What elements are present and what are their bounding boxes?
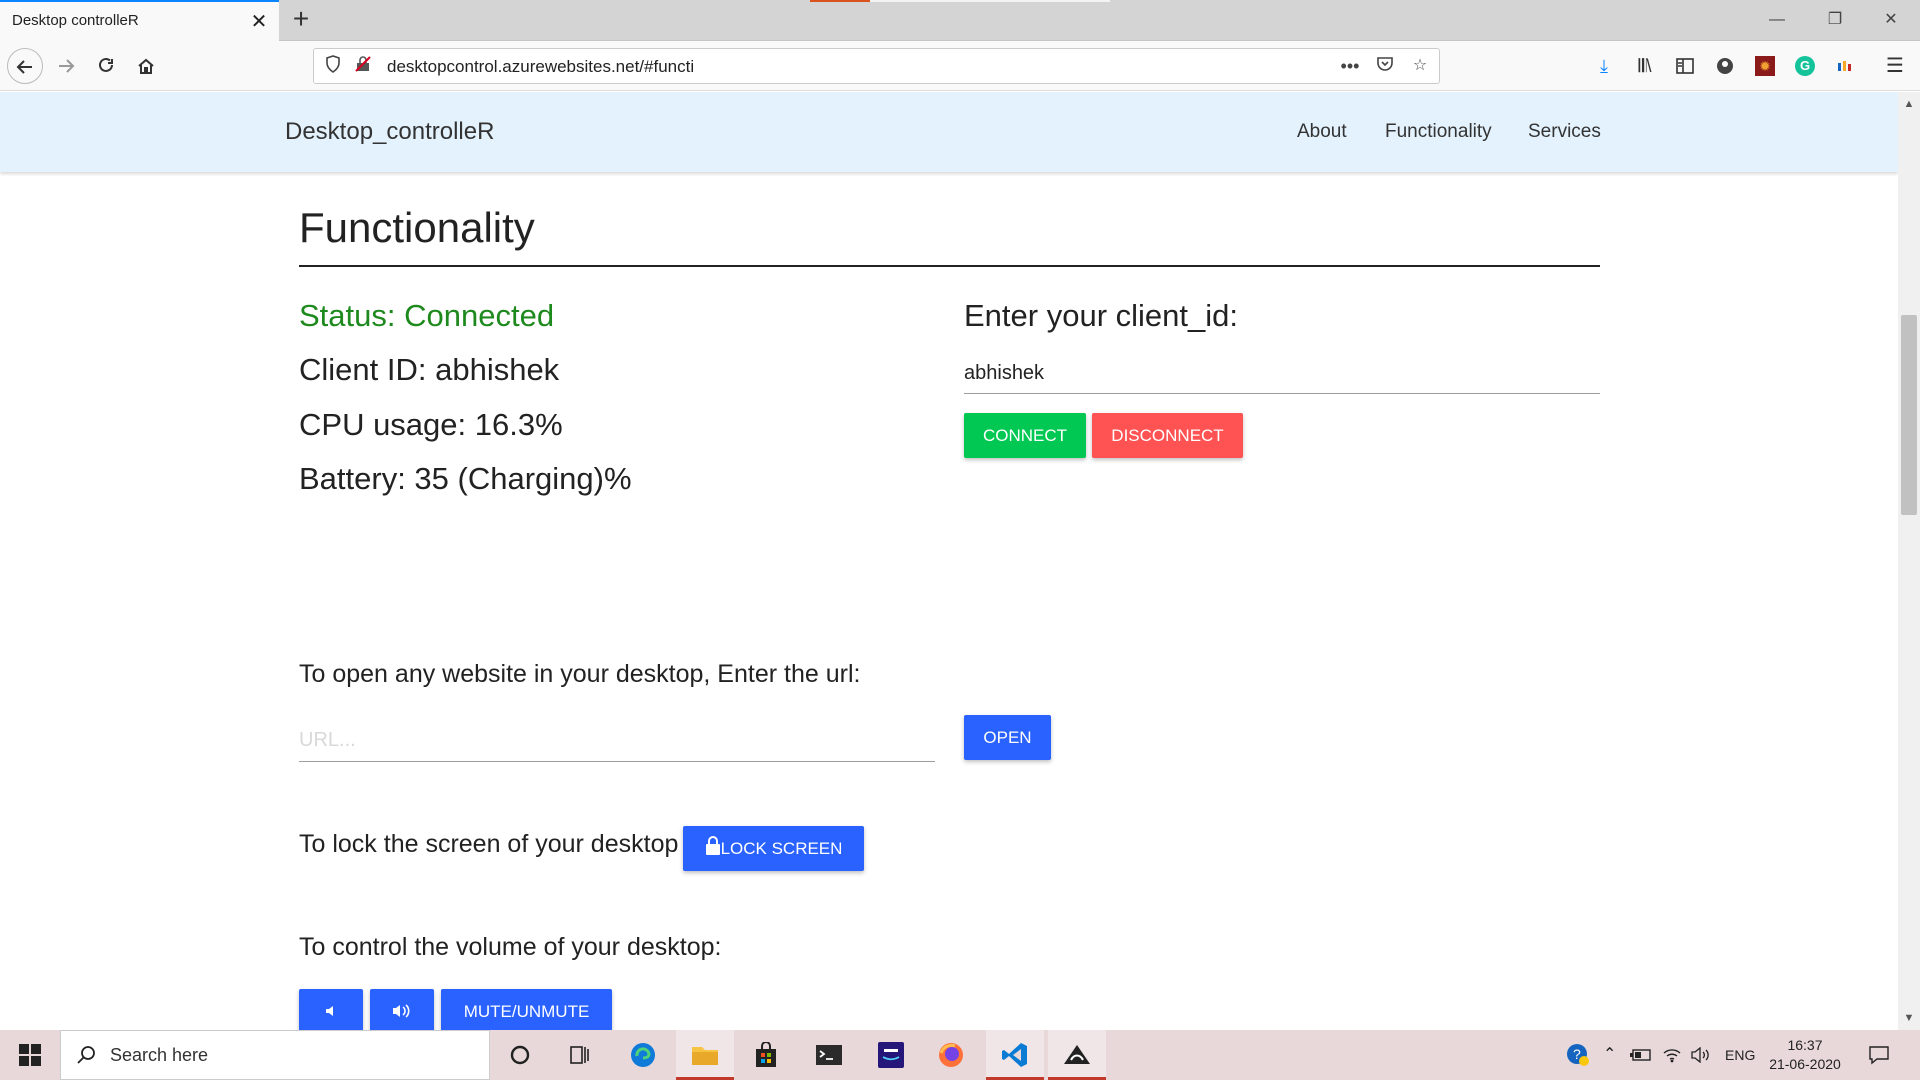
site-header: Desktop_controlleR About Functionality S… bbox=[0, 92, 1898, 172]
vscode-icon[interactable] bbox=[986, 1030, 1044, 1080]
pocket-icon[interactable] bbox=[1374, 55, 1396, 77]
scroll-down-icon[interactable]: ▼ bbox=[1901, 1010, 1917, 1026]
language-indicator[interactable]: ENG bbox=[1725, 1030, 1755, 1080]
back-icon[interactable] bbox=[7, 48, 43, 84]
connection-status: Status: Connected bbox=[299, 298, 555, 333]
amazon-music-icon[interactable] bbox=[862, 1030, 920, 1080]
web-page: Desktop_controlleR About Functionality S… bbox=[0, 92, 1898, 1030]
scroll-up-icon[interactable]: ▲ bbox=[1901, 96, 1917, 112]
home-icon[interactable] bbox=[128, 48, 164, 84]
more-icon[interactable]: ••• bbox=[1339, 55, 1361, 77]
url-text[interactable]: desktopcontrol.azurewebsites.net/#functi bbox=[387, 57, 694, 77]
windows-taskbar: Search here ? ⌃ ENG 16:37 21-06-2020 bbox=[0, 1030, 1920, 1080]
taskbar-clock[interactable]: 16:37 21-06-2020 bbox=[1760, 1036, 1850, 1074]
reload-icon[interactable] bbox=[88, 48, 124, 84]
insecure-icon[interactable] bbox=[352, 55, 374, 77]
new-tab-button[interactable]: + bbox=[286, 4, 316, 34]
help-icon[interactable]: ? bbox=[1566, 1030, 1590, 1080]
forward-icon[interactable] bbox=[48, 48, 84, 84]
nav-link-about[interactable]: About bbox=[1297, 121, 1347, 143]
cpu-usage-text: CPU usage: 16.3% bbox=[299, 407, 563, 442]
battery-icon[interactable] bbox=[1630, 1030, 1652, 1080]
cortana-icon[interactable] bbox=[491, 1030, 549, 1080]
volume-prompt: To control the volume of your desktop: bbox=[299, 933, 722, 961]
search-placeholder: Search here bbox=[110, 1045, 209, 1065]
url-bar[interactable]: desktopcontrol.azurewebsites.net/#functi… bbox=[313, 48, 1440, 84]
connect-button[interactable]: CONNECT bbox=[964, 413, 1086, 458]
clock-date: 21-06-2020 bbox=[1769, 1056, 1841, 1072]
heading-divider bbox=[299, 265, 1600, 267]
minimize-button[interactable]: — bbox=[1757, 6, 1797, 34]
sidebar-icon[interactable] bbox=[1670, 51, 1700, 81]
tab-close-icon[interactable]: ✕ bbox=[247, 10, 271, 34]
download-icon[interactable]: ⤓ bbox=[1589, 51, 1619, 81]
close-window-button[interactable]: ✕ bbox=[1871, 6, 1911, 34]
account-icon[interactable] bbox=[1710, 51, 1740, 81]
client-id-input[interactable] bbox=[964, 354, 1600, 394]
star-icon[interactable]: ☆ bbox=[1409, 55, 1431, 77]
tab-strip-accent bbox=[810, 0, 870, 2]
extension-icon[interactable]: ✹ bbox=[1750, 51, 1780, 81]
volume-down-icon bbox=[326, 1006, 333, 1016]
taskbar-search[interactable]: Search here bbox=[60, 1030, 490, 1080]
client-id-text: Client ID: abhishek bbox=[299, 352, 560, 387]
battery-text: Battery: 35 (Charging)% bbox=[299, 461, 632, 496]
volume-down-button[interactable] bbox=[299, 989, 363, 1030]
task-view-icon[interactable] bbox=[551, 1030, 609, 1080]
notification-icon[interactable] bbox=[1868, 1030, 1890, 1080]
lock-prompt: To lock the screen of your desktop bbox=[299, 830, 679, 858]
browser-tab[interactable]: Desktop controlleR ✕ bbox=[0, 0, 279, 41]
search-icon bbox=[77, 1046, 95, 1064]
tab-title: Desktop controlleR bbox=[12, 12, 139, 29]
lock-screen-label: LOCK SCREEN bbox=[720, 839, 843, 858]
grammarly-icon[interactable]: G bbox=[1790, 51, 1820, 81]
restore-button[interactable]: ❐ bbox=[1815, 6, 1855, 34]
client-id-label: Enter your client_id: bbox=[964, 298, 1238, 333]
terminal-icon[interactable] bbox=[800, 1030, 858, 1080]
edge-icon[interactable] bbox=[614, 1030, 672, 1080]
nav-link-functionality[interactable]: Functionality bbox=[1385, 121, 1492, 143]
clock-time: 16:37 bbox=[1787, 1037, 1823, 1053]
speaker-icon[interactable] bbox=[1690, 1030, 1712, 1080]
nav-link-services[interactable]: Services bbox=[1528, 121, 1601, 143]
url-input[interactable] bbox=[299, 720, 935, 762]
file-explorer-icon[interactable] bbox=[676, 1030, 734, 1080]
wifi-icon[interactable] bbox=[1662, 1030, 1682, 1080]
open-url-prompt: To open any website in your desktop, Ent… bbox=[299, 660, 861, 688]
disconnect-button[interactable]: DISCONNECT bbox=[1092, 413, 1243, 458]
windows-logo-icon bbox=[19, 1044, 41, 1066]
lock-screen-button[interactable]: LOCK SCREEN bbox=[683, 826, 864, 871]
scrollbar-thumb[interactable] bbox=[1901, 315, 1917, 515]
shield-icon[interactable] bbox=[322, 55, 344, 77]
volume-up-icon bbox=[393, 1004, 410, 1018]
start-button[interactable] bbox=[0, 1030, 60, 1080]
section-heading: Functionality bbox=[299, 204, 535, 251]
tab-strip-accent-light bbox=[870, 0, 1110, 2]
tray-overflow-icon[interactable]: ⌃ bbox=[1603, 1030, 1616, 1080]
browser-tab-bar: Desktop controlleR ✕ + — ❐ ✕ bbox=[0, 0, 1920, 41]
volume-up-button[interactable] bbox=[370, 989, 434, 1030]
colors-icon[interactable] bbox=[1830, 51, 1860, 81]
library-icon[interactable]: 𝄃𝄃\ bbox=[1630, 51, 1660, 81]
site-brand[interactable]: Desktop_controlleR bbox=[285, 118, 494, 146]
firefox-icon[interactable] bbox=[922, 1030, 980, 1080]
snip-icon[interactable] bbox=[1048, 1030, 1106, 1080]
store-icon[interactable] bbox=[737, 1030, 795, 1080]
mute-unmute-button[interactable]: MUTE/UNMUTE bbox=[441, 989, 612, 1030]
page-scrollbar[interactable] bbox=[1898, 92, 1920, 1030]
lock-icon bbox=[705, 836, 720, 855]
menu-icon[interactable]: ☰ bbox=[1880, 51, 1910, 81]
open-button[interactable]: OPEN bbox=[964, 715, 1051, 760]
